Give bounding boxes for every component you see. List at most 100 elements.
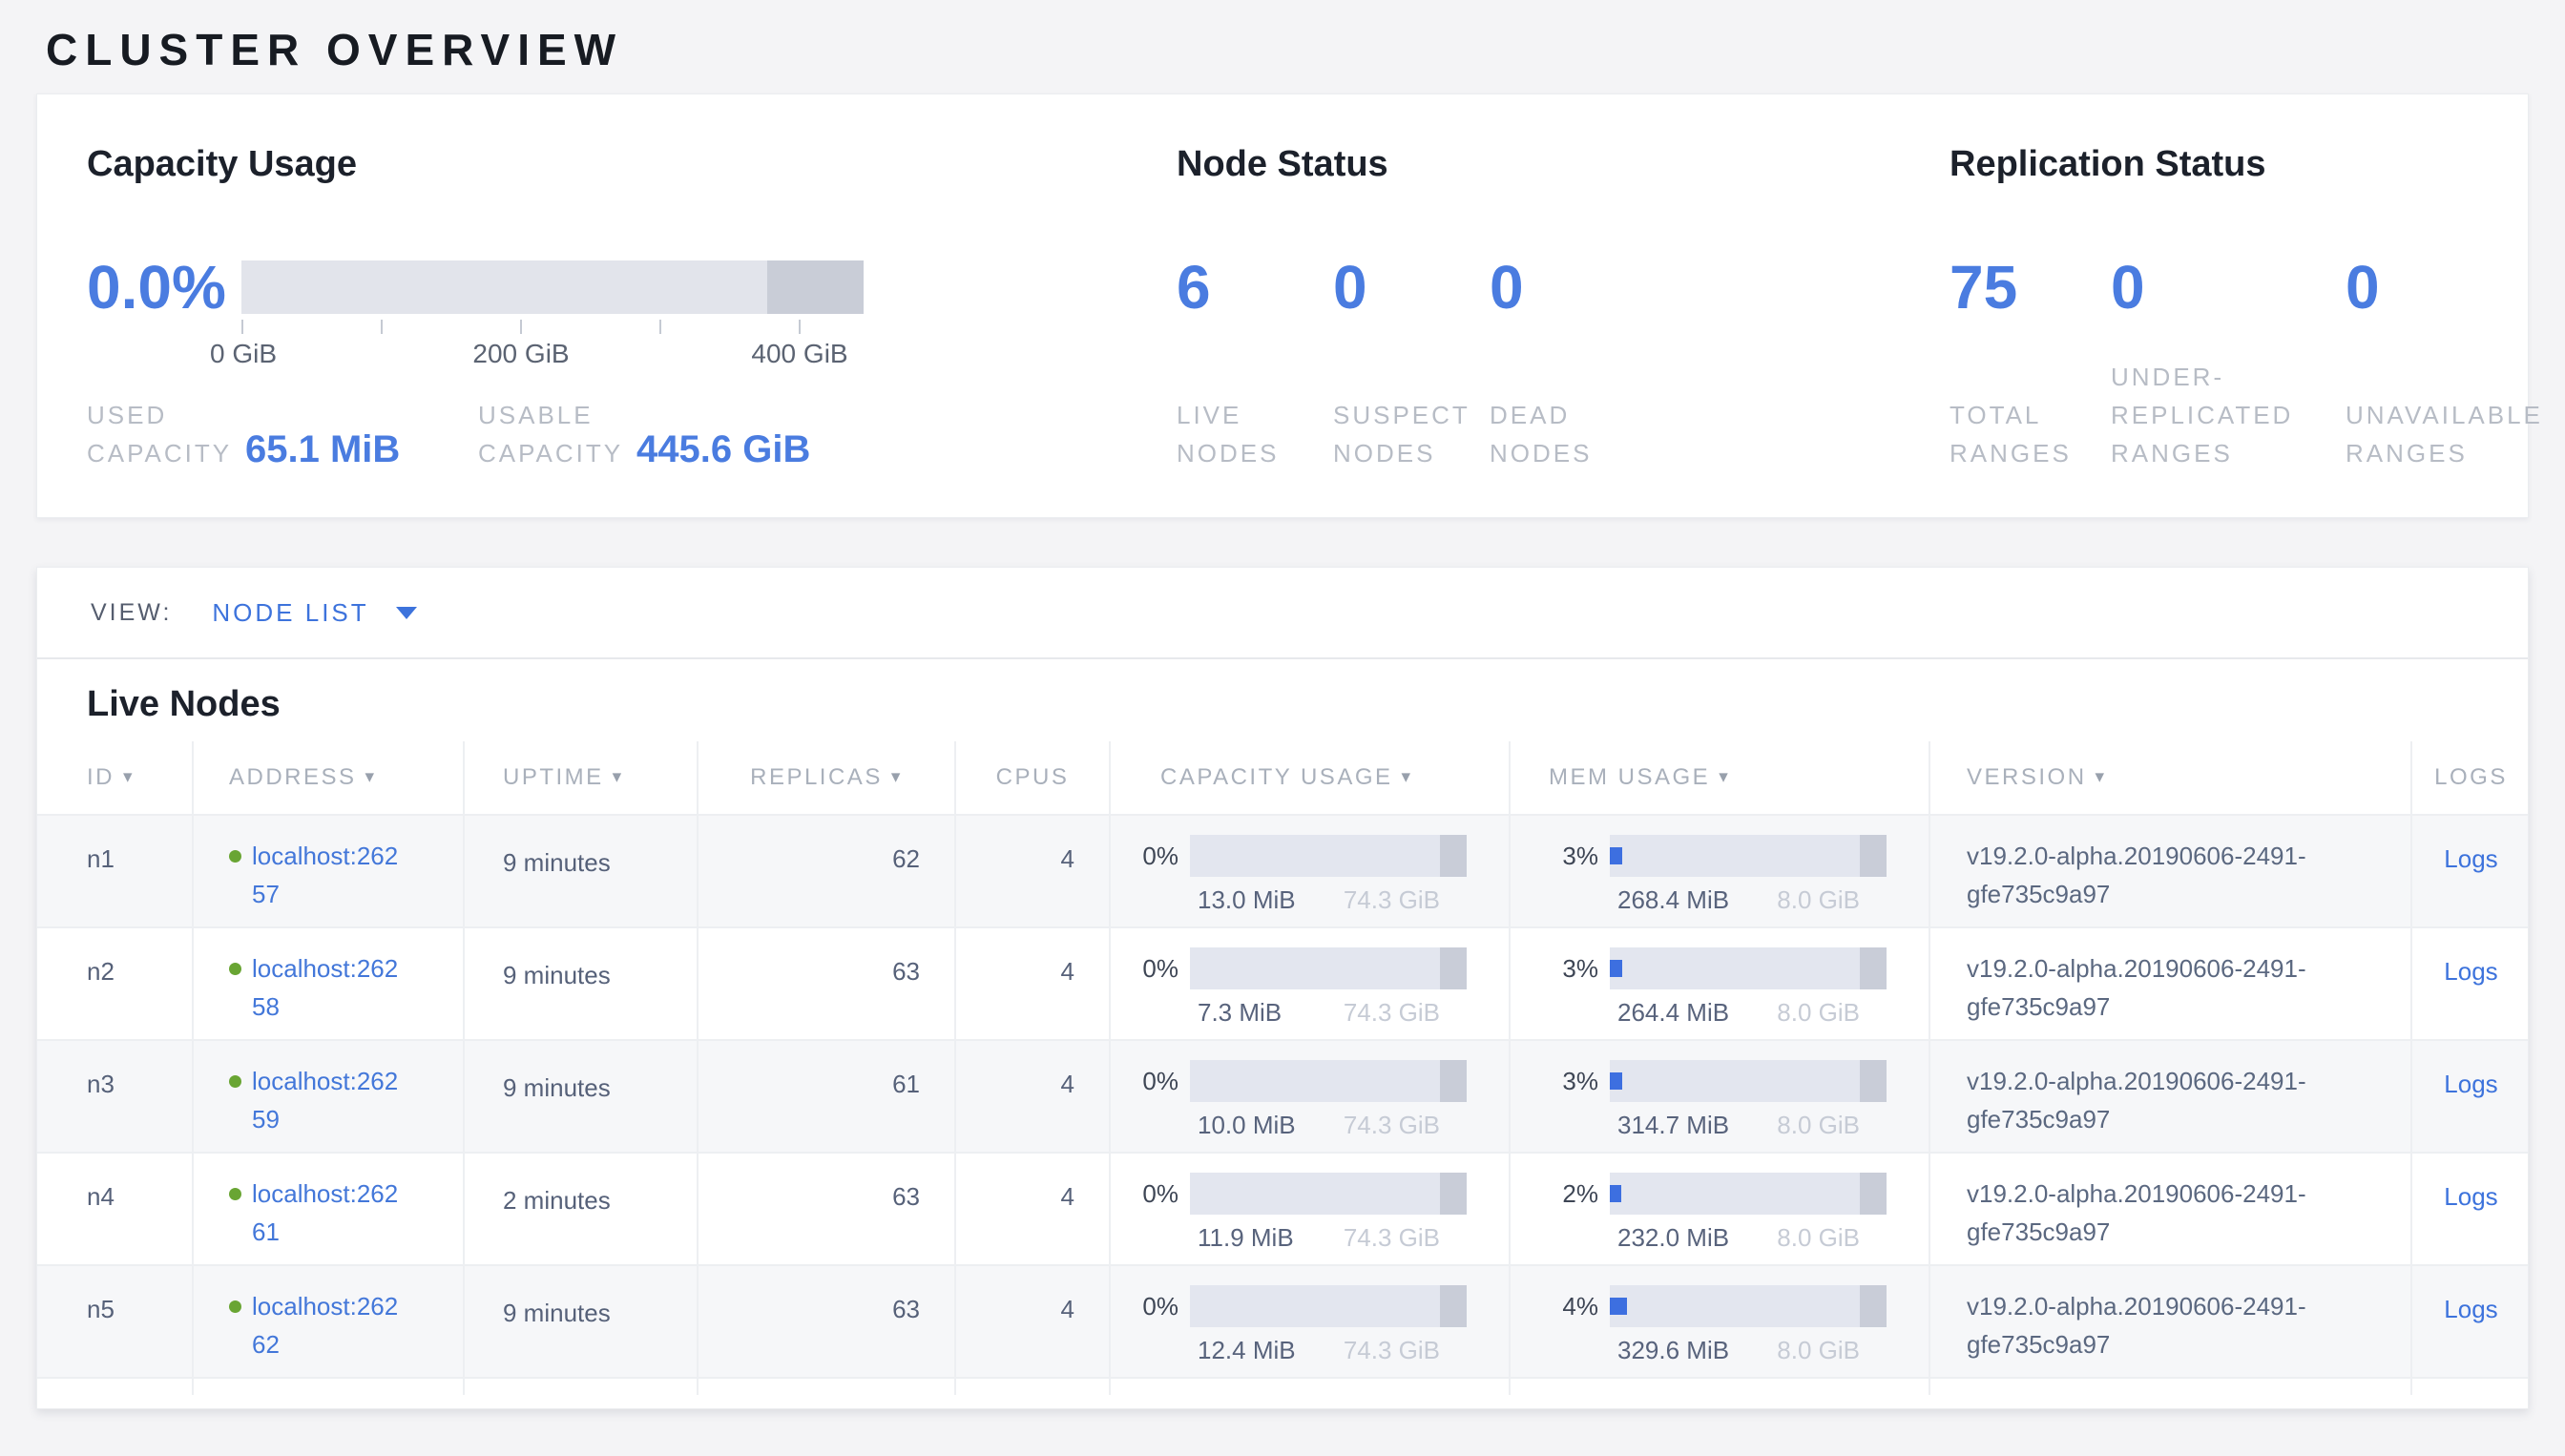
memory-bar-reserved-segment (1860, 835, 1887, 877)
memory-percent: 2% (1562, 1173, 1598, 1215)
node-id-cell: n5 (37, 1265, 193, 1378)
replication-status-title: Replication Status (1950, 142, 2266, 186)
memory-used-value: 264.4 MiB (1617, 998, 1729, 1028)
sort-caret-icon: ▾ (365, 767, 377, 787)
column-header-mem-usage[interactable]: MEM USAGE▾ (1510, 741, 1929, 815)
sort-caret-icon: ▾ (1402, 767, 1413, 787)
logs-link[interactable]: Logs (2444, 1295, 2497, 1323)
cluster-summary-card: Capacity Usage 0.0% 0 GiB 200 GiB 400 Gi… (36, 94, 2529, 518)
node-address-link[interactable]: localhost:26262 (252, 1287, 405, 1363)
capacity-bar (1190, 947, 1467, 989)
column-header-id[interactable]: ID▾ (37, 741, 193, 815)
view-label: VIEW: (91, 599, 172, 627)
capacity-bar-reserved-segment (1440, 1173, 1467, 1215)
logs-link[interactable]: Logs (2444, 1182, 2497, 1211)
node-live-dot-icon (229, 1300, 241, 1313)
node-address-link[interactable]: localhost:26259 (252, 1062, 405, 1138)
capacity-total-value: 74.3 GiB (1344, 885, 1440, 915)
node-logs-cell: Logs (2411, 927, 2529, 1040)
axis-tick-label: 400 GiB (751, 339, 847, 369)
caret-down-icon (396, 607, 417, 619)
version-text: v19.2.0-alpha.20190606-2491-gfe735c9a97 (1967, 837, 2367, 913)
sort-caret-icon: ▾ (2096, 767, 2107, 787)
view-selector-dropdown[interactable]: NODE LIST (212, 598, 416, 628)
capacity-total-value: 74.3 GiB (1344, 1223, 1440, 1253)
node-replicas-cell: 63 (698, 1265, 955, 1378)
memory-bar-fill (1610, 960, 1622, 977)
memory-total-value: 8.0 GiB (1777, 1223, 1860, 1253)
logs-link[interactable]: Logs (2444, 1070, 2497, 1098)
node-uptime-cell: 9 minutes (464, 815, 698, 927)
capacity-bar (1190, 1285, 1467, 1327)
live-nodes-table: ID▾ ADDRESS▾ UPTIME▾ REPLICAS▾ CPUS CAPA… (37, 741, 2529, 1395)
column-header-replicas[interactable]: REPLICAS▾ (698, 741, 955, 815)
capacity-total-value: 74.3 GiB (1344, 998, 1440, 1028)
capacity-bar (1190, 835, 1467, 877)
node-logs-cell: Logs (2411, 1040, 2529, 1153)
sort-caret-icon: ▾ (891, 767, 903, 787)
node-capacity-cell: 0% 12.4 MiB 74.3 GiB (1110, 1265, 1510, 1378)
capacity-total-value: 74.3 GiB (1344, 1111, 1440, 1140)
memory-used-value: 232.0 MiB (1617, 1223, 1729, 1253)
live-nodes-count: 6 (1177, 254, 1211, 321)
partial-next-row (37, 1378, 2529, 1395)
capacity-used-percent: 0.0% (87, 254, 226, 321)
capacity-total-value: 74.3 GiB (1344, 1336, 1440, 1365)
node-id-cell: n4 (37, 1153, 193, 1265)
axis-tick (659, 320, 661, 334)
node-memory-cell: 3% 264.4 MiB 8.0 GiB (1510, 927, 1929, 1040)
memory-bar-reserved-segment (1860, 947, 1887, 989)
node-version-cell: v19.2.0-alpha.20190606-2491-gfe735c9a97 (1929, 1040, 2411, 1153)
node-logs-cell: Logs (2411, 1265, 2529, 1378)
node-address-link[interactable]: localhost:26258 (252, 949, 405, 1026)
capacity-percent: 0% (1142, 1060, 1178, 1102)
memory-percent: 4% (1562, 1285, 1598, 1327)
memory-bar (1610, 1285, 1887, 1327)
node-memory-cell: 2% 232.0 MiB 8.0 GiB (1510, 1153, 1929, 1265)
capacity-bar-reserved-segment (1440, 947, 1467, 989)
node-version-cell: v19.2.0-alpha.20190606-2491-gfe735c9a97 (1929, 815, 2411, 927)
column-header-address[interactable]: ADDRESS▾ (193, 741, 464, 815)
nodes-card: VIEW: NODE LIST Live Nodes ID▾ ADDRESS▾ … (36, 567, 2529, 1409)
suspect-nodes-label: SUSPECT NODES (1333, 396, 1476, 472)
column-header-version[interactable]: VERSION▾ (1929, 741, 2411, 815)
node-uptime-cell: 9 minutes (464, 1040, 698, 1153)
node-live-dot-icon (229, 1075, 241, 1088)
node-capacity-cell: 0% 11.9 MiB 74.3 GiB (1110, 1153, 1510, 1265)
node-address-link[interactable]: localhost:26261 (252, 1175, 405, 1251)
node-version-cell: v19.2.0-alpha.20190606-2491-gfe735c9a97 (1929, 1265, 2411, 1378)
under-replicated-ranges-label: UNDER-REPLICATED RANGES (2111, 358, 2316, 472)
node-live-dot-icon (229, 1188, 241, 1200)
used-capacity-value: 65.1 MiB (245, 426, 400, 472)
memory-bar (1610, 835, 1887, 877)
dead-nodes-count: 0 (1490, 254, 1524, 321)
capacity-percent: 0% (1142, 835, 1178, 877)
node-replicas-cell: 62 (698, 815, 955, 927)
node-address-link[interactable]: localhost:26257 (252, 837, 405, 913)
column-header-capacity-usage[interactable]: CAPACITY USAGE▾ (1110, 741, 1510, 815)
logs-link[interactable]: Logs (2444, 957, 2497, 986)
version-text: v19.2.0-alpha.20190606-2491-gfe735c9a97 (1967, 1062, 2367, 1138)
memory-bar-reserved-segment (1860, 1173, 1887, 1215)
total-ranges-count: 75 (1950, 254, 2017, 321)
sort-caret-icon: ▾ (613, 767, 624, 787)
node-id-cell: n1 (37, 815, 193, 927)
memory-percent: 3% (1562, 835, 1598, 877)
logs-link[interactable]: Logs (2444, 844, 2497, 873)
node-uptime-cell: 9 minutes (464, 927, 698, 1040)
used-capacity-label: USED CAPACITY (87, 396, 254, 472)
node-table-row: n1 localhost:26257 9 minutes 62 4 0% 13.… (37, 815, 2529, 927)
capacity-bar-reserved-segment (1440, 835, 1467, 877)
memory-bar-fill (1610, 1072, 1622, 1090)
column-header-cpus: CPUS (955, 741, 1110, 815)
node-table-row: n3 localhost:26259 9 minutes 61 4 0% 10.… (37, 1040, 2529, 1153)
capacity-bar (1190, 1173, 1467, 1215)
node-table-row: n2 localhost:26258 9 minutes 63 4 0% 7.3… (37, 927, 2529, 1040)
suspect-nodes-count: 0 (1333, 254, 1367, 321)
node-status-title: Node Status (1177, 142, 1388, 186)
node-address-cell: localhost:26257 (193, 815, 464, 927)
memory-total-value: 8.0 GiB (1777, 1111, 1860, 1140)
column-header-uptime[interactable]: UPTIME▾ (464, 741, 698, 815)
node-logs-cell: Logs (2411, 1153, 2529, 1265)
capacity-percent: 0% (1142, 1285, 1178, 1327)
